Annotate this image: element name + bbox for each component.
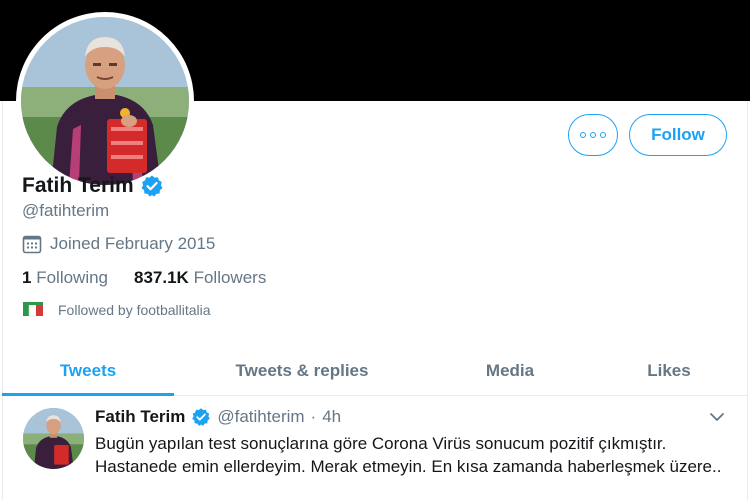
tweet-separator: · bbox=[310, 407, 317, 426]
more-dots-icon bbox=[580, 132, 606, 138]
tab-likes[interactable]: Likes bbox=[590, 346, 748, 395]
followers-label: Followers bbox=[193, 268, 267, 287]
display-name: Fatih Terim bbox=[22, 174, 134, 197]
followers-count: 837.1K bbox=[134, 268, 189, 287]
joined-text: Joined February 2015 bbox=[50, 234, 216, 253]
profile-photo-illustration bbox=[21, 17, 189, 185]
followed-by[interactable]: Followed by footballitalia bbox=[22, 302, 211, 318]
tweet-header: Fatih Terim @fatihterim · 4h bbox=[95, 407, 341, 427]
tweet-avatar[interactable] bbox=[23, 408, 84, 469]
followers-link[interactable]: 837.1K Followers bbox=[134, 268, 266, 288]
followed-by-text: Followed by footballitalia bbox=[58, 302, 211, 318]
profile-photo bbox=[21, 17, 189, 185]
tab-tweets-and-replies[interactable]: Tweets & replies bbox=[174, 346, 430, 395]
profile-handle: @fatihterim bbox=[22, 201, 110, 220]
football-italia-logo-icon bbox=[23, 302, 43, 317]
following-link[interactable]: 1 Following bbox=[22, 268, 108, 288]
tweet-timestamp[interactable]: 4h bbox=[322, 407, 341, 427]
verified-badge-icon bbox=[141, 175, 163, 197]
verified-badge-icon bbox=[192, 408, 211, 426]
tweet-item[interactable]: Fatih Terim @fatihterim · 4h Bugün yapıl… bbox=[2, 398, 748, 500]
more-options-button[interactable] bbox=[568, 114, 618, 156]
following-label: Following bbox=[36, 268, 109, 287]
tweet-avatar-illustration bbox=[23, 408, 84, 469]
tab-media[interactable]: Media bbox=[430, 346, 590, 395]
follow-button[interactable]: Follow bbox=[629, 114, 727, 156]
tweet-author-handle[interactable]: @fatihterim bbox=[217, 407, 304, 427]
tweet-text: Bugün yapılan test sonuçlarına göre Coro… bbox=[95, 434, 722, 476]
profile-avatar[interactable] bbox=[16, 12, 194, 190]
stats-row: 1 Following 837.1K Followers bbox=[22, 268, 266, 288]
tab-tweets[interactable]: Tweets bbox=[2, 346, 174, 396]
tweet-author-name[interactable]: Fatih Terim bbox=[95, 407, 185, 427]
following-count: 1 bbox=[22, 268, 32, 287]
display-name-row: Fatih Terim bbox=[22, 174, 164, 198]
chevron-down-icon[interactable] bbox=[707, 409, 727, 425]
profile-tabs: Tweets Tweets & replies Media Likes bbox=[2, 346, 748, 396]
joined-date: Joined February 2015 bbox=[22, 234, 215, 254]
profile-page: Follow Fatih Terim @fatihterim Joined Fe… bbox=[0, 0, 750, 500]
calendar-icon bbox=[22, 235, 42, 254]
